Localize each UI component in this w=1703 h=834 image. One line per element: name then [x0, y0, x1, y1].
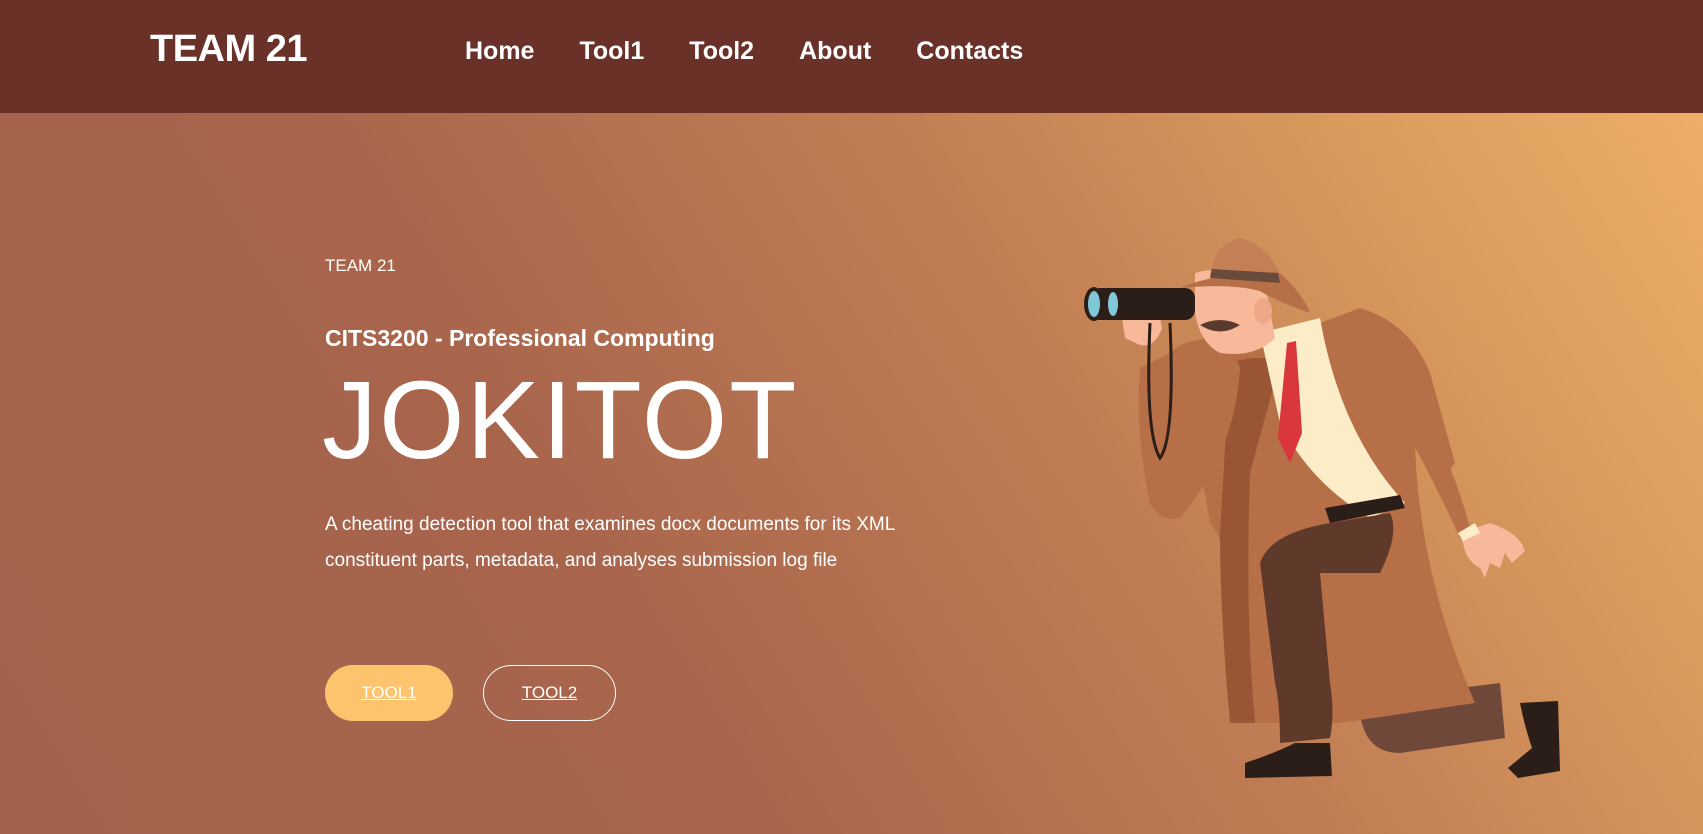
hero-subtitle: CITS3200 - Professional Computing — [325, 325, 715, 351]
nav-link-tool2[interactable]: Tool2 — [689, 37, 754, 66]
tool2-button[interactable]: TOOL2 — [483, 665, 616, 721]
nav-link-about[interactable]: About — [799, 37, 871, 66]
nav-menu: Home Tool1 Tool2 About Contacts — [465, 37, 1068, 66]
hero-section: TEAM 21 CITS3200 - Professional Computin… — [0, 113, 1703, 834]
nav-link-tool1[interactable]: Tool1 — [579, 37, 644, 66]
navbar: TEAM 21 Home Tool1 Tool2 About Contacts — [0, 0, 1703, 113]
detective-illustration — [1084, 238, 1560, 778]
tool1-button[interactable]: TOOL1 — [325, 665, 453, 721]
nav-link-home[interactable]: Home — [465, 37, 534, 66]
hero-eyebrow: TEAM 21 — [325, 256, 396, 275]
hero-title: JOKITOT — [322, 359, 799, 482]
nav-link-contacts[interactable]: Contacts — [916, 37, 1023, 66]
hero-description: A cheating detection tool that examines … — [325, 514, 895, 571]
brand-logo[interactable]: TEAM 21 — [150, 28, 307, 71]
